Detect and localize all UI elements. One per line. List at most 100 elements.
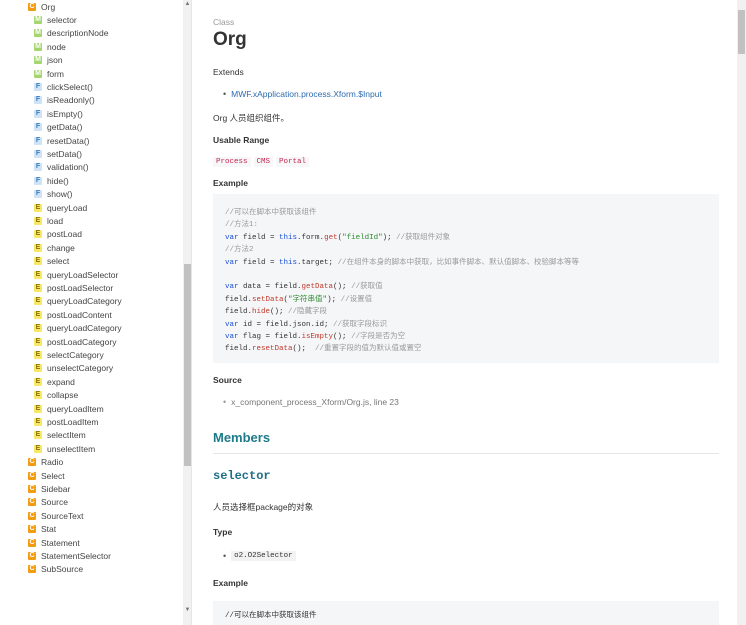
function-badge-icon: F bbox=[34, 109, 42, 118]
code-line: var flag = field.isEmpty(); //字段是否为空 bbox=[225, 332, 405, 343]
sidebar-item-label: hide() bbox=[47, 175, 69, 186]
sidebar-item-unselectitem[interactable]: EunselectItem bbox=[34, 442, 95, 455]
event-badge-icon: E bbox=[34, 324, 42, 333]
sidebar-item-statementselector[interactable]: C StatementSelector bbox=[28, 549, 111, 562]
function-badge-icon: F bbox=[34, 96, 42, 105]
sidebar-item-postloadselector[interactable]: EpostLoadSelector bbox=[34, 281, 113, 294]
event-badge-icon: E bbox=[34, 377, 42, 386]
sidebar-item-label: Radio bbox=[41, 457, 64, 468]
sidebar-item-change[interactable]: Echange bbox=[34, 241, 75, 254]
code-token: //获取值 bbox=[351, 283, 383, 292]
sidebar-item-postloaditem[interactable]: EpostLoadItem bbox=[34, 415, 99, 428]
type-item: • o2.O2Selector bbox=[223, 551, 296, 561]
scroll-up-arrow-icon[interactable]: ▲ bbox=[183, 0, 191, 9]
code-token: id = field.json.id; bbox=[238, 320, 334, 329]
source-link[interactable]: x_component_process_Xform/Org.js, line 2… bbox=[231, 397, 399, 407]
extends-link[interactable]: MWF.xApplication.process.Xform.$Input bbox=[231, 89, 382, 99]
sidebar-item-org[interactable]: C Org bbox=[28, 0, 55, 13]
sidebar-scroll-thumb[interactable] bbox=[184, 264, 191, 466]
code-token: resetData bbox=[252, 345, 293, 354]
example-heading: Example bbox=[213, 178, 248, 188]
sidebar-item-label: Sidebar bbox=[41, 483, 71, 494]
code-token: data = field. bbox=[238, 283, 302, 292]
main-scrollbar[interactable] bbox=[737, 0, 746, 625]
event-badge-icon: E bbox=[34, 444, 42, 453]
code-token: ); bbox=[382, 233, 397, 242]
function-badge-icon: F bbox=[34, 82, 42, 91]
sidebar-item-label: Source bbox=[41, 497, 68, 508]
sidebar-item-label: postLoadCategory bbox=[47, 336, 117, 347]
code-token: (); bbox=[292, 345, 316, 354]
sidebar-item-resetdata[interactable]: FresetData() bbox=[34, 134, 90, 147]
sidebar-item-select[interactable]: Eselect bbox=[34, 255, 69, 268]
code-line: //方法2 bbox=[225, 245, 254, 256]
code-token: //重置字段的值为默认值或置空 bbox=[315, 345, 422, 354]
sidebar-item-setdata[interactable]: FsetData() bbox=[34, 147, 82, 160]
member-badge-icon: M bbox=[34, 42, 42, 51]
code-token: //方法2 bbox=[225, 246, 254, 255]
sidebar-item-node[interactable]: Mnode bbox=[34, 40, 66, 53]
sidebar-item-getdata[interactable]: FgetData() bbox=[34, 121, 82, 134]
code-token: field. bbox=[225, 308, 253, 317]
sidebar-item-label: setData() bbox=[47, 148, 82, 159]
member-selector-name: selector bbox=[213, 469, 271, 483]
sidebar-item-subsource[interactable]: C SubSource bbox=[28, 563, 83, 576]
class-badge-icon: C bbox=[28, 471, 36, 480]
sidebar-item-descriptionnode[interactable]: MdescriptionNode bbox=[34, 27, 108, 40]
sidebar-item-expand[interactable]: Eexpand bbox=[34, 375, 75, 388]
code-token: hide bbox=[252, 308, 271, 317]
function-badge-icon: F bbox=[34, 136, 42, 145]
sidebar-item-selector[interactable]: Mselector bbox=[34, 13, 77, 26]
sidebar-item-label: postLoadItem bbox=[47, 416, 99, 427]
sidebar-item-hide[interactable]: Fhide() bbox=[34, 174, 69, 187]
event-badge-icon: E bbox=[34, 391, 42, 400]
sidebar-item-source[interactable]: C Source bbox=[28, 496, 68, 509]
code-token: isEmpty bbox=[301, 333, 334, 341]
sidebar-item-label: node bbox=[47, 41, 66, 52]
sidebar-item-selectitem[interactable]: EselectItem bbox=[34, 429, 86, 442]
sidebar-item-radio[interactable]: C Radio bbox=[28, 456, 63, 469]
extends-item: • MWF.xApplication.process.Xform.$Input bbox=[223, 89, 382, 99]
sidebar-item-show[interactable]: Fshow() bbox=[34, 188, 73, 201]
sidebar-item-sidebar[interactable]: C Sidebar bbox=[28, 482, 70, 495]
sidebar-item-postload[interactable]: EpostLoad bbox=[34, 228, 82, 241]
sidebar-item-label: queryLoadCategory bbox=[47, 296, 122, 307]
sidebar-item-label: collapse bbox=[47, 390, 79, 401]
sidebar-item-selectcategory[interactable]: EselectCategory bbox=[34, 348, 104, 361]
sidebar-item-stat[interactable]: C Stat bbox=[28, 523, 56, 536]
sidebar-item-clickselect[interactable]: FclickSelect() bbox=[34, 80, 93, 93]
scroll-down-arrow-icon[interactable]: ▼ bbox=[183, 606, 191, 615]
code-token: .target; bbox=[297, 258, 338, 267]
sidebar-item-unselectcategory[interactable]: EunselectCategory bbox=[34, 362, 113, 375]
sidebar-item-queryloadcategory[interactable]: EqueryLoadCategory bbox=[34, 295, 122, 308]
sidebar-item-form[interactable]: Mform bbox=[34, 67, 64, 80]
sidebar-item-load[interactable]: Eload bbox=[34, 214, 63, 227]
sidebar-item-label: selectCategory bbox=[47, 349, 104, 360]
sidebar-item-queryloaditem[interactable]: EqueryLoadItem bbox=[34, 402, 104, 415]
sidebar-item-queryloadcategory[interactable]: EqueryLoadCategory bbox=[34, 322, 122, 335]
code-token: field. bbox=[225, 345, 253, 354]
sidebar-item-isreadonly[interactable]: FisReadonly() bbox=[34, 94, 95, 107]
sidebar-item-isempty[interactable]: FisEmpty() bbox=[34, 107, 83, 120]
sidebar-item-label: getData() bbox=[47, 122, 83, 133]
sidebar-item-collapse[interactable]: Ecollapse bbox=[34, 389, 78, 402]
sidebar-item-postloadcontent[interactable]: EpostLoadContent bbox=[34, 308, 112, 321]
sidebar-item-validation[interactable]: Fvalidation() bbox=[34, 161, 89, 174]
sidebar-item-statement[interactable]: C Statement bbox=[28, 536, 80, 549]
sidebar-item-label: selector bbox=[47, 14, 77, 25]
main-scroll-thumb[interactable] bbox=[738, 10, 745, 54]
members-heading: Members bbox=[213, 430, 271, 445]
sidebar-item-json[interactable]: Mjson bbox=[34, 54, 63, 67]
sidebar-item-label: expand bbox=[47, 376, 75, 387]
code-token: //方法1: bbox=[225, 221, 259, 230]
code-token: var bbox=[225, 283, 239, 292]
sidebar-scrollbar[interactable]: ▲ ▼ bbox=[183, 0, 191, 625]
sidebar-item-select[interactable]: C Select bbox=[28, 469, 65, 482]
sidebar-item-queryload[interactable]: EqueryLoad bbox=[34, 201, 87, 214]
code-token: "字符串值" bbox=[288, 295, 328, 304]
event-badge-icon: E bbox=[34, 216, 42, 225]
sidebar-item-sourcetext[interactable]: C SourceText bbox=[28, 509, 84, 522]
code-token: "fieldId" bbox=[342, 233, 383, 242]
sidebar-item-postloadcategory[interactable]: EpostLoadCategory bbox=[34, 335, 116, 348]
sidebar-item-queryloadselector[interactable]: EqueryLoadSelector bbox=[34, 268, 118, 281]
